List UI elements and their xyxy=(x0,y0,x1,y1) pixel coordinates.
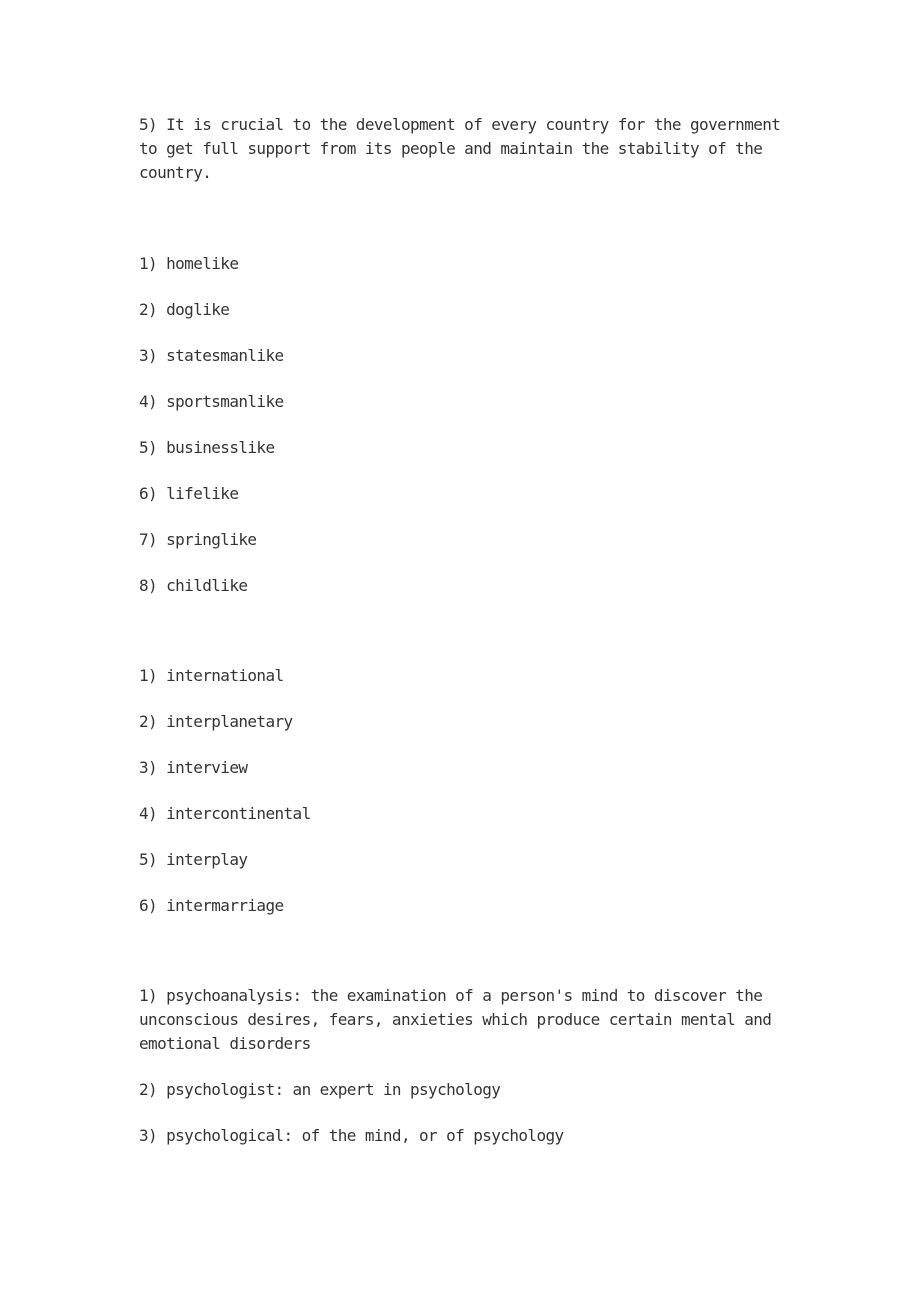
list-item: 7) springlike xyxy=(139,530,257,549)
list-item: 5) interplay xyxy=(139,850,248,869)
list-item: 6) lifelike xyxy=(139,484,239,503)
definition-line: unconscious desires, fears, anxieties wh… xyxy=(139,1010,772,1029)
list-item: 2) doglike xyxy=(139,300,230,319)
inter-words-list: 1) international 2) interplanetary 3) in… xyxy=(139,664,311,918)
text-line: 5) It is crucial to the development of e… xyxy=(139,115,781,134)
list-item: 6) intermarriage xyxy=(139,896,284,915)
definition-item: 2) psychologist: an expert in psychology xyxy=(139,1080,501,1099)
definition-item: 3) psychological: of the mind, or of psy… xyxy=(139,1126,564,1145)
text-line: country. xyxy=(139,163,212,182)
definition-line: emotional disorders xyxy=(139,1034,311,1053)
list-item: 5) businesslike xyxy=(139,438,275,457)
text-line: to get full support from its people and … xyxy=(139,139,763,158)
intro-paragraph: 5) It is crucial to the development of e… xyxy=(139,113,781,185)
like-words-list: 1) homelike 2) doglike 3) statesmanlike … xyxy=(139,252,284,598)
list-item: 3) interview xyxy=(139,758,248,777)
list-item: 3) statesmanlike xyxy=(139,346,284,365)
list-item: 4) sportsmanlike xyxy=(139,392,284,411)
list-item: 2) interplanetary xyxy=(139,712,293,731)
list-item: 1) international xyxy=(139,666,284,685)
psycho-definitions-list: 1) psychoanalysis: the examination of a … xyxy=(139,984,772,1148)
definition-line: 1) psychoanalysis: the examination of a … xyxy=(139,986,763,1005)
list-item: 8) childlike xyxy=(139,576,248,595)
list-item: 1) homelike xyxy=(139,254,239,273)
list-item: 4) intercontinental xyxy=(139,804,311,823)
